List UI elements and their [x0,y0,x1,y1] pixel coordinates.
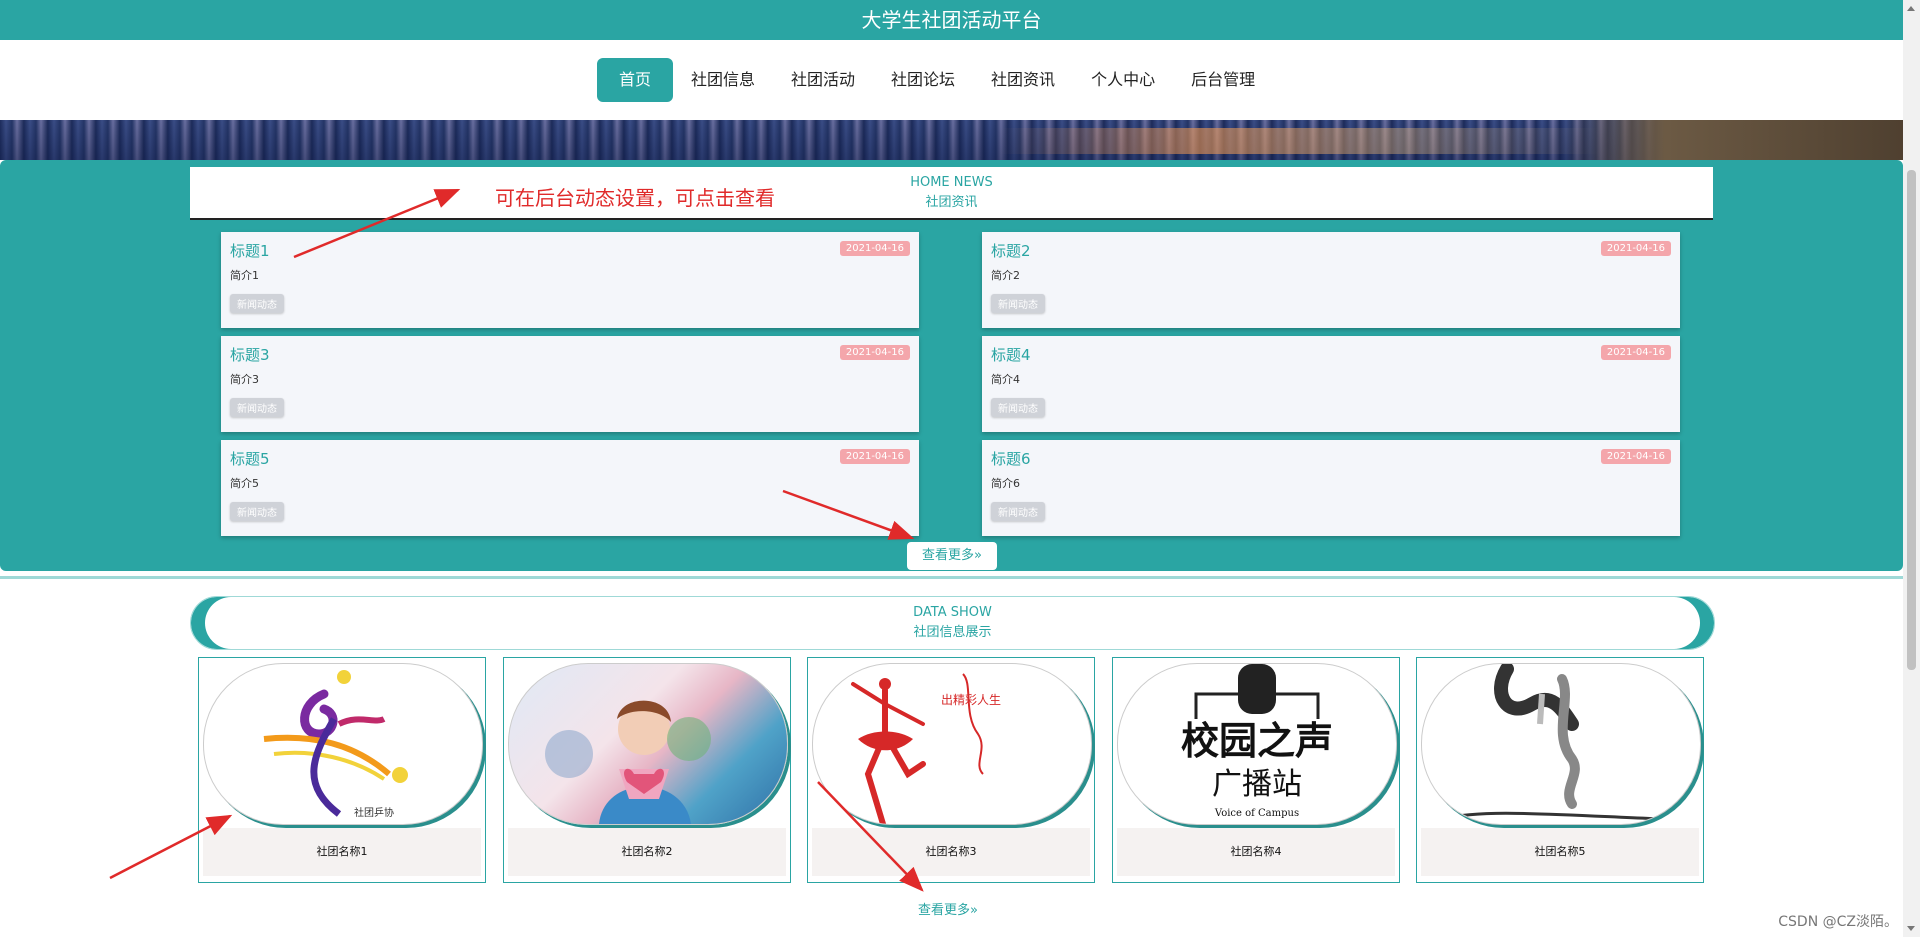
nav-item-club-activities[interactable]: 社团活动 [773,58,873,102]
section-divider [0,576,1903,579]
vertical-scrollbar[interactable] [1903,0,1920,937]
news-card-tag: 新闻动态 [230,294,284,313]
news-card-title[interactable]: 标题2 [991,240,1031,261]
news-card-tag: 新闻动态 [230,398,284,417]
club-name[interactable]: 社团名称2 [508,828,786,876]
news-more-button[interactable]: 查看更多» [907,542,997,570]
main-nav: 首页 社团信息 社团活动 社团论坛 社团资讯 个人中心 后台管理 [0,40,1903,120]
news-card-date: 2021-04-16 [839,345,910,360]
site-title: 大学生社团活动平台 [861,8,1042,32]
scrollbar-thumb[interactable] [1907,170,1916,670]
club-card[interactable]: 出精彩人生 社团名称3 [807,657,1095,883]
annotation-text: 可在后台动态设置，可点击查看 [495,186,775,210]
person-photo-icon [545,700,711,824]
news-card[interactable]: 标题6 2021-04-16 简介6 新闻动态 [982,440,1680,536]
clubs-header-en: DATA SHOW [913,605,992,620]
news-card-summary: 简介1 [230,269,259,282]
news-card-date: 2021-04-16 [1600,241,1671,256]
ink-brush-logo-icon [1441,664,1663,821]
news-card-date: 2021-04-16 [1600,345,1671,360]
pingpong-logo-icon: 社团乒协 [263,670,408,819]
news-card[interactable]: 标题2 2021-04-16 简介2 新闻动态 [982,232,1680,328]
news-card-title[interactable]: 标题3 [230,344,270,365]
scroll-down-arrow-icon[interactable] [1907,926,1915,931]
top-title-bar: 大学生社团活动平台 [0,0,1903,40]
news-card-date: 2021-04-16 [1600,449,1671,464]
news-card[interactable]: 标题5 2021-04-16 简介5 新闻动态 [221,440,919,536]
news-card-summary: 简介3 [230,373,259,386]
microphone-logo-icon: 校园之声 广播站 Voice of Campus [1181,664,1333,819]
news-card-title[interactable]: 标题6 [991,448,1031,469]
club-logo-image[interactable]: 出精彩人生 [812,663,1092,825]
news-card-date: 2021-04-16 [839,241,910,256]
watermark: CSDN @CZ淡陌。 [1778,914,1898,930]
dancer-logo-icon: 出精彩人生 [851,673,1001,824]
nav-item-club-news[interactable]: 社团资讯 [973,58,1073,102]
clubs-section-header: DATA SHOW 社团信息展示 [190,596,1715,650]
svg-text:Voice of Campus: Voice of Campus [1214,808,1299,819]
nav-item-admin[interactable]: 后台管理 [1173,58,1273,102]
news-card[interactable]: 标题3 2021-04-16 简介3 新闻动态 [221,336,919,432]
nav-item-home[interactable]: 首页 [597,58,673,102]
news-header-en: HOME NEWS [910,175,993,190]
news-card-summary: 简介2 [991,269,1020,282]
news-section-header: HOME NEWS 社团资讯 [190,167,1713,220]
news-card-summary: 简介6 [991,477,1020,490]
news-card-date: 2021-04-16 [839,449,910,464]
clubs-header-cn: 社团信息展示 [913,625,992,640]
banner-image [0,120,1903,160]
club-name[interactable]: 社团名称3 [812,828,1090,876]
banner-trees [1563,120,1903,160]
club-card[interactable]: 校园之声 广播站 Voice of Campus 社团名称4 [1112,657,1400,883]
clubs-more-link[interactable]: 查看更多» [918,899,978,918]
news-card[interactable]: 标题4 2021-04-16 简介4 新闻动态 [982,336,1680,432]
news-card-tag: 新闻动态 [991,398,1045,417]
news-card[interactable]: 标题1 2021-04-16 简介1 新闻动态 [221,232,919,328]
nav-item-club-forum[interactable]: 社团论坛 [873,58,973,102]
nav-item-club-info[interactable]: 社团信息 [673,58,773,102]
club-card[interactable]: 社团名称2 [503,657,791,883]
club-photo-image[interactable] [508,663,788,825]
news-header-cn: 社团资讯 [925,195,978,210]
news-card-tag: 新闻动态 [991,502,1045,521]
svg-text:广播站: 广播站 [1212,767,1302,802]
club-logo-image[interactable] [1421,663,1701,825]
news-card-tag: 新闻动态 [230,502,284,521]
svg-text:社团乒协: 社团乒协 [354,806,394,819]
club-logo-image[interactable]: 校园之声 广播站 Voice of Campus [1117,663,1397,825]
svg-text:出精彩人生: 出精彩人生 [941,693,1001,707]
news-card-summary: 简介4 [991,373,1020,386]
news-card-title[interactable]: 标题5 [230,448,270,469]
news-card-title[interactable]: 标题1 [230,240,270,261]
news-card-title[interactable]: 标题4 [991,344,1031,365]
club-card[interactable]: 社团名称5 [1416,657,1704,883]
club-logo-image[interactable]: 社团乒协 [203,663,483,825]
club-name[interactable]: 社团名称5 [1421,828,1699,876]
scroll-up-arrow-icon[interactable] [1907,6,1915,11]
club-name[interactable]: 社团名称4 [1117,828,1395,876]
club-card[interactable]: 社团乒协 社团名称1 [198,657,486,883]
news-card-summary: 简介5 [230,477,259,490]
banner-city-lights [1000,128,1600,154]
news-card-tag: 新闻动态 [991,294,1045,313]
svg-text:校园之声: 校园之声 [1181,719,1333,763]
club-name[interactable]: 社团名称1 [203,828,481,876]
nav-item-personal-center[interactable]: 个人中心 [1073,58,1173,102]
